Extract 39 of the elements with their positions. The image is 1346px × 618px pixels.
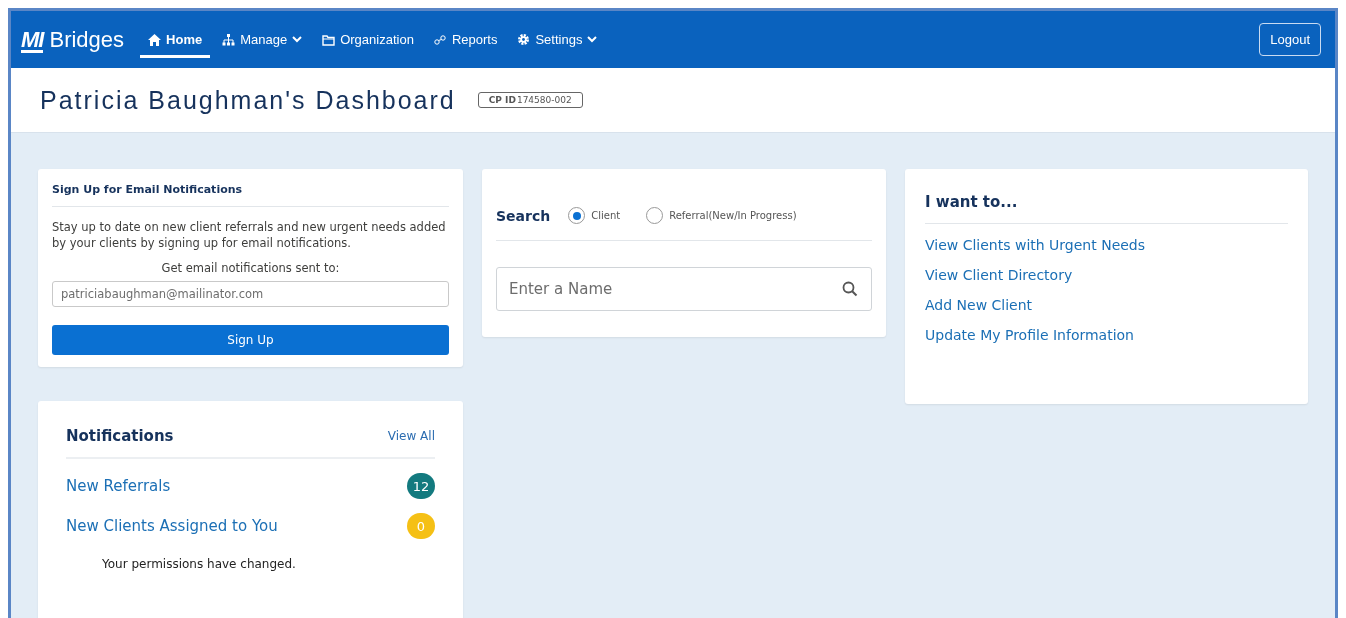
sign-up-button[interactable]: Sign Up: [52, 325, 449, 355]
card-description: Stay up to date on new client referrals and new urgent needs added by your clients by signing up for email notifications.: [52, 219, 447, 251]
action-link[interactable]: View Clients with Urgent Needs: [925, 230, 1288, 260]
logo-mark: MI: [21, 29, 44, 53]
count-badge: 12: [407, 473, 435, 499]
search-label: Search: [496, 207, 551, 224]
card-title: Sign Up for Email Notifications: [52, 183, 449, 207]
home-icon: [148, 33, 162, 46]
count-badge: 0: [407, 513, 435, 539]
view-all-link[interactable]: View All: [387, 429, 435, 443]
radio-option[interactable]: Client: [568, 207, 621, 224]
logout-button[interactable]: Logout: [1259, 23, 1321, 56]
notification-link[interactable]: New Clients Assigned to You: [66, 517, 278, 535]
card-title: Notifications: [66, 427, 174, 445]
permissions-message: Your permissions have changed.: [102, 557, 297, 571]
email-field[interactable]: patriciabaughman@mailinator.com: [52, 281, 449, 307]
nav-tab[interactable]: Settings: [509, 21, 606, 58]
action-link[interactable]: View Client Directory: [925, 260, 1288, 290]
nav-tab[interactable]: Home: [140, 21, 211, 58]
chevron-down-icon: [292, 36, 303, 43]
action-link[interactable]: Add New Client: [925, 290, 1288, 320]
nav-tab[interactable]: Manage: [214, 21, 311, 58]
chevron-down-icon: [587, 36, 598, 43]
brand-name: Bridges: [49, 26, 125, 53]
field-label: Get email notifications sent to:: [160, 261, 341, 275]
notification-link[interactable]: New Referrals: [66, 477, 171, 495]
name-search-field[interactable]: Enter a Name: [496, 267, 872, 311]
nav-tab[interactable]: Organization: [314, 21, 422, 58]
link-icon: [433, 33, 447, 46]
search-icon: [842, 281, 858, 297]
folder-icon: [322, 33, 336, 46]
nav-tab[interactable]: Reports: [425, 21, 506, 58]
radio-option[interactable]: Referral(New/In Progress): [646, 207, 797, 224]
hierarchy-icon: [222, 33, 236, 46]
page-title: Patricia Baughman's Dashboard: [40, 85, 456, 115]
client-id-tag: CP ID 174580-002: [477, 92, 583, 108]
card-title: I want to...: [925, 193, 1288, 224]
settings-icon: [517, 33, 531, 46]
action-link[interactable]: Update My Profile Information: [925, 320, 1288, 350]
